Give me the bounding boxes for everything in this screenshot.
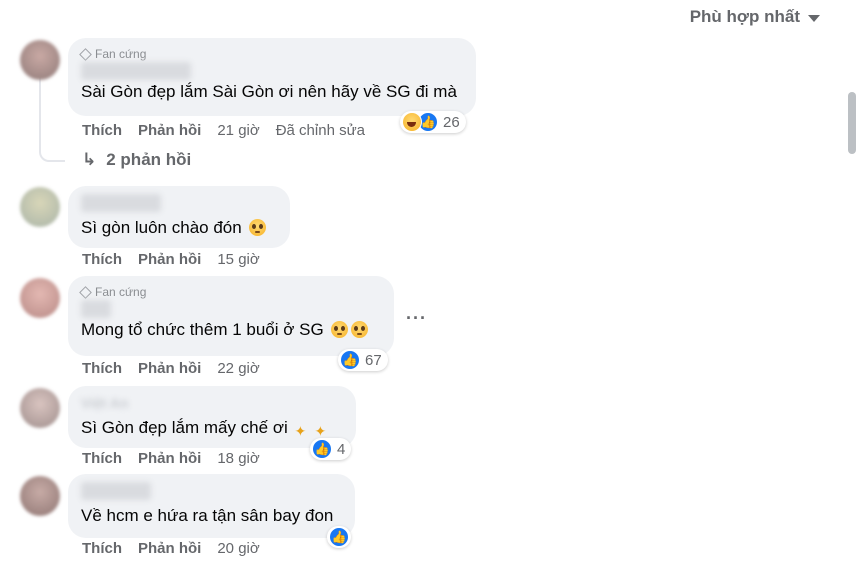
- like-button[interactable]: Thích: [82, 251, 122, 268]
- comment-text: Sì Gòn đẹp lắm mấy chế ơi: [81, 416, 343, 440]
- comment-text: Mong tổ chức thêm 1 buổi ở SG: [81, 318, 381, 342]
- commenter-name[interactable]: Việt An: [81, 394, 343, 412]
- avatar[interactable]: [20, 187, 60, 227]
- comment-text: Sì gòn luôn chào đón: [81, 216, 277, 240]
- avatar[interactable]: [20, 476, 60, 516]
- reaction-count: 26: [443, 113, 460, 131]
- top-fan-badge: Fan cứng: [79, 46, 463, 62]
- pleading-face-emoji: [331, 321, 349, 338]
- pleading-face-emoji: [351, 321, 369, 338]
- reply-arrow-icon: ↳: [82, 150, 97, 169]
- edited-label[interactable]: Đã chỉnh sửa: [276, 122, 365, 139]
- reply-button[interactable]: Phản hồi: [138, 360, 201, 377]
- scrollbar[interactable]: [848, 92, 856, 154]
- sort-label: Phù hợp nhất: [689, 7, 800, 26]
- view-replies-button[interactable]: ↳ 2 phản hồi: [82, 150, 191, 170]
- like-reaction-icon: 👍: [329, 527, 349, 547]
- chevron-down-icon: [808, 14, 820, 22]
- clapping-hands-emoji: [294, 422, 312, 440]
- comment-actions: Thích Phản hồi 20 giờ: [82, 540, 276, 557]
- avatar[interactable]: [20, 40, 60, 80]
- reaction-count: 67: [365, 351, 382, 369]
- reply-button[interactable]: Phản hồi: [138, 251, 201, 268]
- comment-bubble: Sì gòn luôn chào đón: [68, 186, 290, 248]
- reaction-summary[interactable]: 👍 67: [338, 349, 388, 371]
- comment-actions: Thích Phản hồi 18 giờ: [82, 450, 276, 467]
- more-options-icon[interactable]: ···: [406, 308, 427, 329]
- like-button[interactable]: Thích: [82, 360, 122, 377]
- sort-dropdown[interactable]: Phù hợp nhất: [690, 6, 820, 28]
- reply-button[interactable]: Phản hồi: [138, 450, 201, 467]
- comment-text: Sài Gòn đẹp lắm Sài Gòn ơi nên hãy về SG…: [81, 82, 457, 101]
- like-reaction-icon: 👍: [340, 350, 360, 370]
- comment-text: Về hcm e hứa ra tận sân bay đon: [81, 506, 334, 525]
- diamond-icon: [79, 285, 92, 299]
- pleading-face-emoji: [249, 219, 267, 236]
- like-button[interactable]: Thích: [82, 450, 122, 467]
- avatar[interactable]: [20, 278, 60, 318]
- reaction-summary[interactable]: 👍 26: [400, 111, 466, 133]
- like-button[interactable]: Thích: [82, 122, 122, 139]
- timestamp[interactable]: 20 giờ: [217, 540, 259, 557]
- reaction-summary[interactable]: 👍 4: [310, 438, 352, 460]
- comment-actions: Thích Phản hồi 15 giờ: [82, 251, 276, 268]
- commenter-name[interactable]: [81, 62, 191, 80]
- comment-bubble: Việt An Sì Gòn đẹp lắm mấy chế ơi: [68, 386, 356, 448]
- timestamp[interactable]: 18 giờ: [217, 450, 259, 467]
- avatar[interactable]: [20, 388, 60, 428]
- commenter-name[interactable]: [81, 300, 111, 318]
- reaction-summary[interactable]: 👍: [327, 526, 351, 548]
- timestamp[interactable]: 21 giờ: [217, 122, 259, 139]
- comment-actions: Thích Phản hồi 22 giờ: [82, 360, 276, 377]
- replies-label: 2 phản hồi: [106, 150, 192, 169]
- timestamp[interactable]: 15 giờ: [217, 251, 259, 268]
- comment-bubble: Về hcm e hứa ra tận sân bay đon: [68, 474, 355, 538]
- reaction-count: 4: [337, 440, 346, 458]
- diamond-icon: [79, 47, 92, 61]
- comment-actions: Thích Phản hồi 21 giờ Đã chỉnh sửa: [82, 122, 365, 139]
- comment-bubble: Fan cứng Mong tổ chức thêm 1 buổi ở SG: [68, 276, 394, 356]
- commenter-name[interactable]: [81, 194, 161, 212]
- reply-button[interactable]: Phản hồi: [138, 122, 201, 139]
- reply-button[interactable]: Phản hồi: [138, 540, 201, 557]
- like-reaction-icon: 👍: [312, 439, 332, 459]
- top-fan-badge: Fan cứng: [79, 284, 381, 300]
- haha-reaction-icon: [402, 112, 422, 132]
- comment-bubble: Fan cứng Sài Gòn đẹp lắm Sài Gòn ơi nên …: [68, 38, 476, 116]
- timestamp[interactable]: 22 giờ: [217, 360, 259, 377]
- like-button[interactable]: Thích: [82, 540, 122, 557]
- commenter-name[interactable]: [81, 482, 151, 500]
